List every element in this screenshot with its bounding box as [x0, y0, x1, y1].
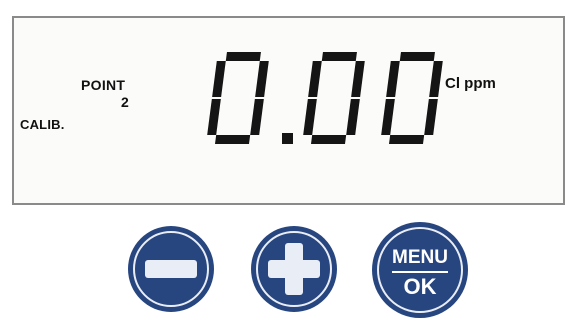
minus-icon: [145, 260, 197, 278]
reading-segment: [351, 61, 365, 97]
reading-segment: [250, 99, 264, 135]
reading-segment: [215, 135, 251, 144]
reading-segment: [424, 99, 438, 135]
reading-segment: [389, 135, 425, 144]
reading-segment: [225, 52, 261, 61]
unit-label: Cl ppm: [445, 75, 496, 92]
reading-digit: [207, 52, 269, 144]
reading-segment: [386, 61, 400, 97]
calibration-mode-label: CALIB.: [20, 117, 65, 132]
reading-segment: [308, 61, 322, 97]
plus-button[interactable]: [251, 226, 337, 312]
reading-segment: [346, 99, 360, 135]
calibration-point-label: POINT: [81, 77, 126, 93]
minus-button[interactable]: [128, 226, 214, 312]
menu-label: MENU: [392, 247, 448, 268]
plus-icon-vertical-bar: [285, 243, 303, 295]
reading-segment: [311, 135, 347, 144]
reading-digits: [207, 52, 443, 144]
reading-value: [207, 52, 443, 144]
menu-ok-button[interactable]: MENU OK: [372, 222, 468, 318]
reading-segment: [429, 61, 443, 97]
lcd-display: POINT 2 CALIB. Cl ppm: [12, 16, 565, 205]
reading-segment: [212, 61, 226, 97]
reading-digit: [303, 52, 365, 144]
menu-ok-divider: [392, 271, 448, 273]
reading-segment: [381, 99, 395, 135]
reading-segment: [399, 52, 435, 61]
reading-digit: [381, 52, 443, 144]
ok-label: OK: [403, 274, 437, 299]
reading-decimal-point: [282, 133, 293, 144]
reading-segment: [255, 61, 269, 97]
reading-segment: [303, 99, 317, 135]
menu-ok-button-ring: [377, 227, 463, 313]
reading-segment: [207, 99, 221, 135]
calibration-point-number: 2: [121, 94, 129, 110]
reading-segment: [321, 52, 357, 61]
